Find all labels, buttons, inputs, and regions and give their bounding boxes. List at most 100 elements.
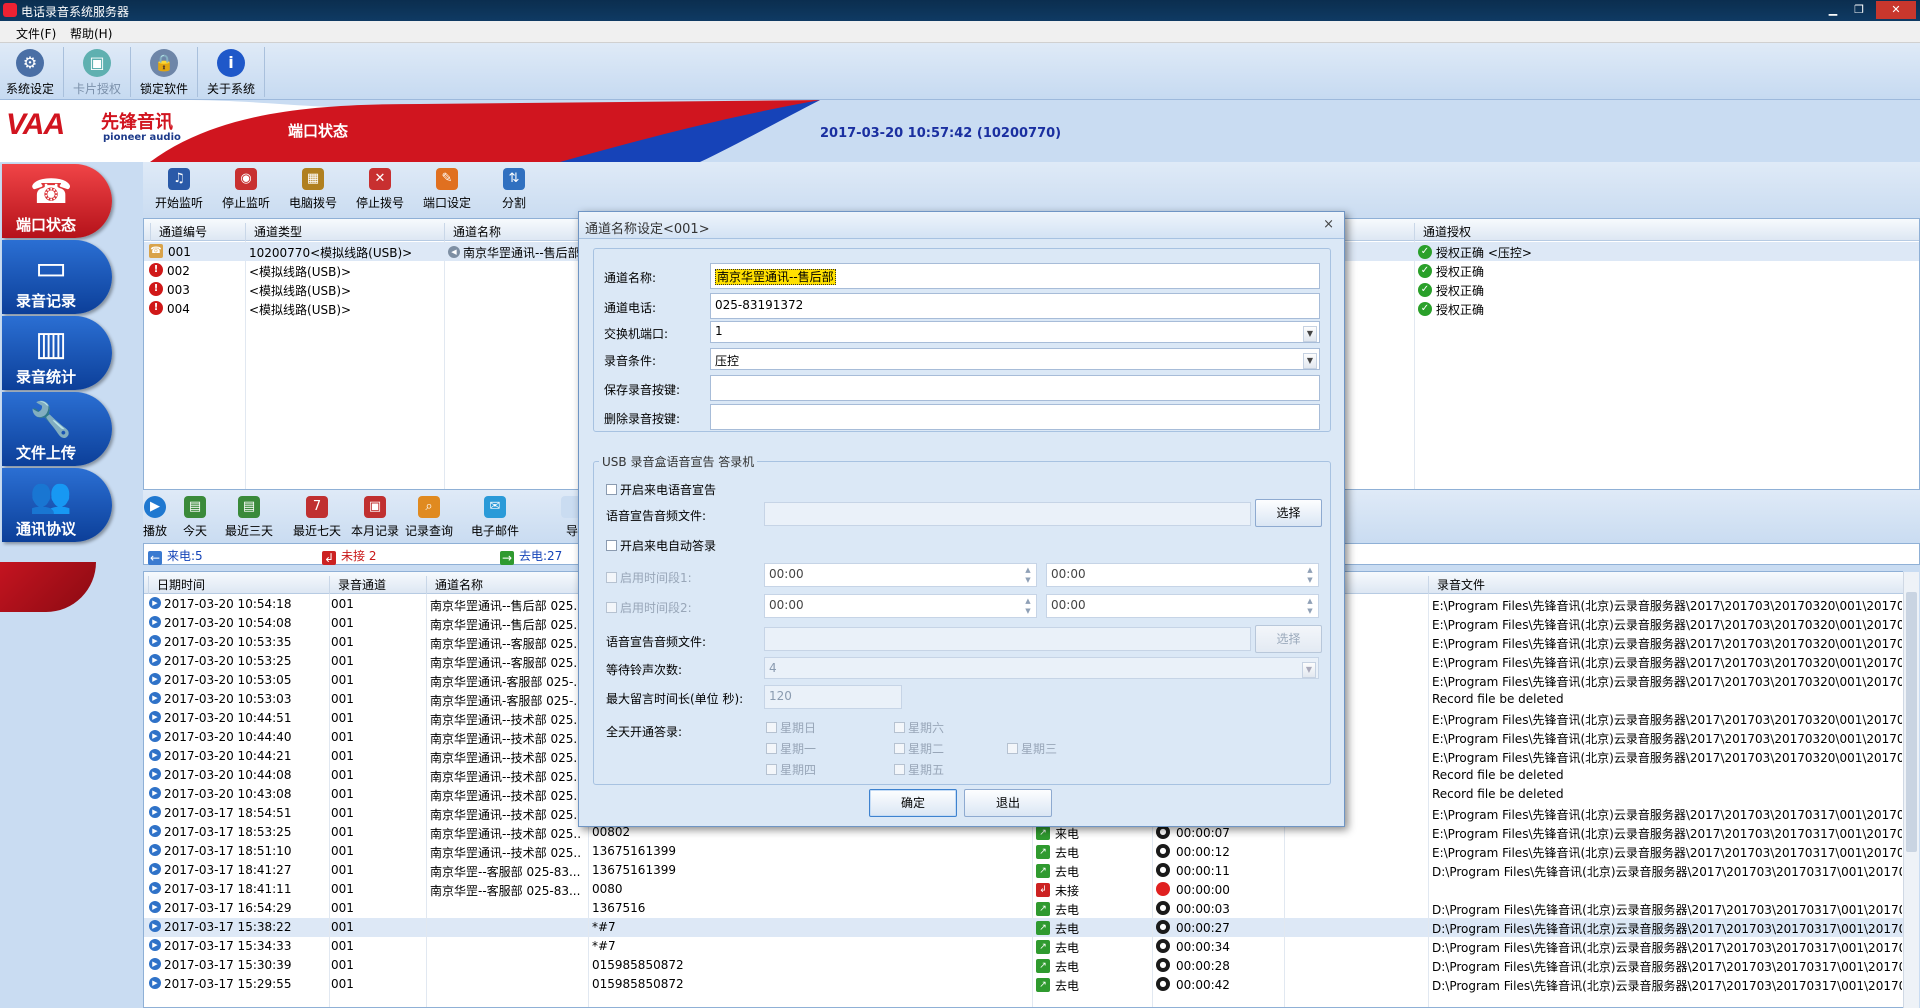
ok-button[interactable]: 确定 [869,789,957,817]
exit-button[interactable]: 退出 [964,789,1052,817]
menu-file[interactable]: 文件(F) [16,25,56,42]
table-row[interactable]: ▶ 2017-03-17 18:51:10 001 南京华罡通讯--技术部 025..… [144,842,1903,861]
save-key-input[interactable] [710,375,1320,401]
call-icon: ↗ [1036,921,1050,935]
delete-key-input[interactable] [710,404,1320,430]
maximize-button[interactable]: ❐ [1846,1,1872,19]
play-button[interactable]: ▶ 播放 [143,496,167,542]
checkbox-box[interactable] [606,484,617,495]
weekday-tue-checkbox[interactable]: 星期二 [894,740,944,757]
info-toolbar-button[interactable]: i 关于系统 [201,47,261,97]
email-button[interactable]: ✉ 电子邮件 [471,496,519,542]
column-header[interactable]: 通道授权 [1414,223,1471,241]
answer-file-label: 语音宣告音频文件: [606,635,707,649]
table-row[interactable]: ▶ 2017-03-17 15:29:55 001 015985850872 ↗ 去电 ● 0… [144,975,1903,994]
spinner-icon[interactable]: ▲ ▼ [1021,565,1035,587]
chevron-down-icon[interactable]: ▼ [1303,326,1317,342]
column-header[interactable]: 录音文件 [1428,576,1485,594]
info-icon: i [217,49,245,77]
spinner-icon[interactable]: ▲ ▼ [1303,596,1317,618]
period1-start-input[interactable]: 00:00 ▲ ▼ [764,563,1037,587]
month-button[interactable]: ▣ 本月记录 [351,496,399,542]
weekday-sun-checkbox[interactable]: 星期日 [766,719,816,736]
table-row[interactable]: ▶ 2017-03-17 16:54:29 001 1367516 ↗ 去电 ● 00:00:… [144,899,1903,918]
column-header[interactable]: 日期时间 [148,576,205,594]
split-button[interactable]: ⇅ 分割 [484,168,544,214]
spinner-icon[interactable]: ▲ ▼ [1303,565,1317,587]
pbx-port-select[interactable]: 1 ▼ [710,321,1320,343]
channel-name-input[interactable]: 南京华罡通讯--售后部 [710,263,1320,289]
select-answer-file-button[interactable]: 选择 [1255,625,1322,653]
port-settings-button[interactable]: ✎ 端口设定 [417,168,477,214]
auto-answer-checkbox[interactable]: 开启来电自动答录 [606,537,716,554]
speaker-stop-button[interactable]: ◉ 停止监听 [216,168,276,214]
gear-toolbar-button[interactable]: ⚙ 系统设定 [0,47,60,97]
column-header[interactable]: 通道编号 [150,223,207,241]
sidebar-item-recording-log[interactable]: ▭ 录音记录 [2,240,112,314]
table-row[interactable]: ▶ 2017-03-17 18:41:11 001 南京华罡--客服部 025-83.… [144,880,1903,899]
weekday-sat-checkbox[interactable]: 星期六 [894,719,944,736]
close-window-button[interactable]: ✕ [1876,1,1916,19]
sidebar-item-protocol-people[interactable]: 👥 通讯协议 [2,468,112,542]
three-days-button[interactable]: ▤ 最近三天 [225,496,273,542]
column-header[interactable]: 录音通道 [329,576,386,594]
menu-help[interactable]: 帮助(H) [70,25,112,42]
period2-end-input[interactable]: 00:00 ▲ ▼ [1046,594,1319,618]
max-message-input[interactable]: 120 [764,685,902,709]
record-datetime-cell: ▶ 2017-03-20 10:53:05 [149,673,291,687]
period2-start-input[interactable]: 00:00 ▲ ▼ [764,594,1037,618]
record-channel-cell: 001 [331,711,354,725]
table-row[interactable]: ▶ 2017-03-17 15:34:33 001 *#7 ↗ 去电 ● 00:00:34 D:… [144,937,1903,956]
channel-phone-input[interactable]: 025-83191372 [710,293,1320,319]
spinner-icon[interactable]: ▲ ▼ [1021,596,1035,618]
headphone-button[interactable]: ♫ 开始监听 [149,168,209,214]
sidebar-item-upload-wrench[interactable]: 🔧 文件上传 [2,392,112,466]
search-button[interactable]: ⌕ 记录查询 [405,496,453,542]
column-header[interactable]: 通道类型 [245,223,302,241]
weekday-mon-checkbox[interactable]: 星期一 [766,740,816,757]
sidebar-item-statistics[interactable]: ▥ 录音统计 [2,316,112,390]
period1-end-input[interactable]: 00:00 ▲ ▼ [1046,563,1319,587]
checkbox-box[interactable] [606,540,617,551]
card-toolbar-button[interactable]: ▣ 卡片授权 [67,47,127,97]
dialog-close-button[interactable]: × [1323,217,1334,232]
today-button[interactable]: ▤ 今天 [183,496,207,542]
record-direction-cell: ↗ 去电 [1036,920,1079,937]
weekday-wed-checkbox[interactable]: 星期三 [1007,740,1057,757]
lock-toolbar-button[interactable]: 🔒 锁定软件 [134,47,194,97]
headphone-icon: ♫ [168,168,190,190]
column-divider [329,594,330,1007]
hangup-button[interactable]: ✕ 停止拨号 [350,168,410,214]
checkbox-box[interactable] [606,572,617,583]
chevron-down-icon[interactable]: ▼ [1302,662,1316,678]
record-file-cell: D:\Program Files\先锋音讯(北京)云录音服务器\2017\201… [1432,960,1902,974]
column-header[interactable]: 通道名称 [426,576,483,594]
scrollbar-thumb[interactable] [1906,592,1917,852]
answer-file-input[interactable] [764,627,1251,651]
table-row[interactable]: ▶ 2017-03-17 15:30:39 001 015985850872 ↗ 去电 ● 0… [144,956,1903,975]
minimize-button[interactable]: ▁ [1820,1,1846,19]
select-file-button[interactable]: 选择 [1255,499,1322,527]
checkbox-box[interactable] [606,602,617,613]
announce-file-input[interactable] [764,502,1251,526]
seven-days-button[interactable]: 7 最近七天 [293,496,341,542]
chevron-down-icon[interactable]: ▼ [1303,353,1317,369]
rings-select[interactable]: 4 ▼ [764,657,1319,679]
records-scrollbar[interactable] [1903,572,1919,1008]
column-header[interactable]: 通道名称 [444,223,501,241]
period1-checkbox[interactable]: 启用时间段1: [606,569,692,586]
weekday-thu-checkbox[interactable]: 星期四 [766,761,816,778]
table-row[interactable]: ▶ 2017-03-17 18:41:27 001 南京华罡--客服部 025-83.… [144,861,1903,880]
period2-checkbox[interactable]: 启用时间段2: [606,599,692,616]
dialpad-button[interactable]: ▦ 电脑拨号 [283,168,343,214]
table-row[interactable]: ▶ 2017-03-17 15:38:22 001 *#7 ↗ 去电 ● 00:00:27 D:… [144,918,1903,937]
weekday-fri-checkbox[interactable]: 星期五 [894,761,944,778]
sidebar-item-port-status[interactable]: ☎ 端口状态 [2,164,112,238]
play-icon: ▶ [149,635,161,647]
error-icon: ! [149,301,163,315]
announce-checkbox[interactable]: 开启来电语音宣告 [606,481,716,498]
record-file-cell: E:\Program Files\先锋音讯(北京)云录音服务器\2017\201… [1432,675,1902,689]
column-divider [1428,594,1429,1007]
port-settings-icon: ✎ [436,168,458,190]
record-condition-select[interactable]: 压控 ▼ [710,348,1320,370]
